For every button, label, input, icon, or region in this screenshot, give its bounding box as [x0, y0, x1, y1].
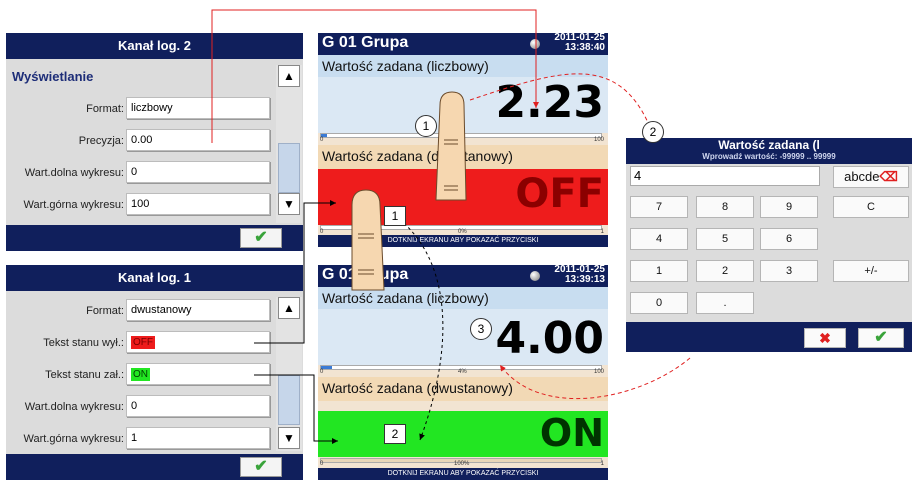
callout-step-3: 3 — [470, 318, 492, 340]
connector-line-toggle — [389, 211, 444, 441]
connector-line-to-new-value — [499, 357, 691, 400]
connector-line-on — [254, 374, 338, 444]
finger-touch-icon-1 — [435, 91, 467, 201]
box-step-2: 2 — [384, 424, 406, 444]
connector-line-off — [254, 200, 336, 344]
annotation-overlay — [211, 9, 691, 444]
connector-line-precision — [211, 9, 539, 143]
connector-line-to-keypad — [469, 73, 653, 133]
callout-step-2: 2 — [642, 121, 664, 143]
finger-touch-icon-2 — [351, 189, 385, 291]
box-step-1: 1 — [384, 206, 406, 226]
callout-step-1: 1 — [415, 115, 437, 137]
